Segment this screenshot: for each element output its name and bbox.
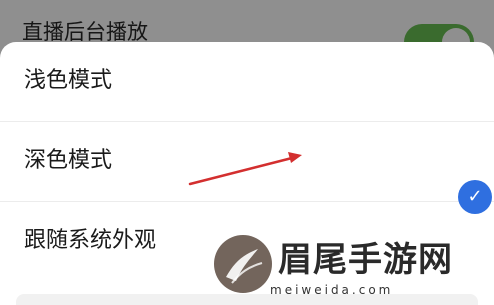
watermark-title: 眉尾手游网 bbox=[278, 240, 453, 280]
watermark-logo-icon bbox=[214, 235, 272, 293]
watermark-url: meiweida.com bbox=[270, 283, 394, 297]
screen: 直播后台播放 浅色模式 深色模式 跟随系统外观 ✓ 眉尾手游网 meiweida… bbox=[0, 0, 494, 305]
